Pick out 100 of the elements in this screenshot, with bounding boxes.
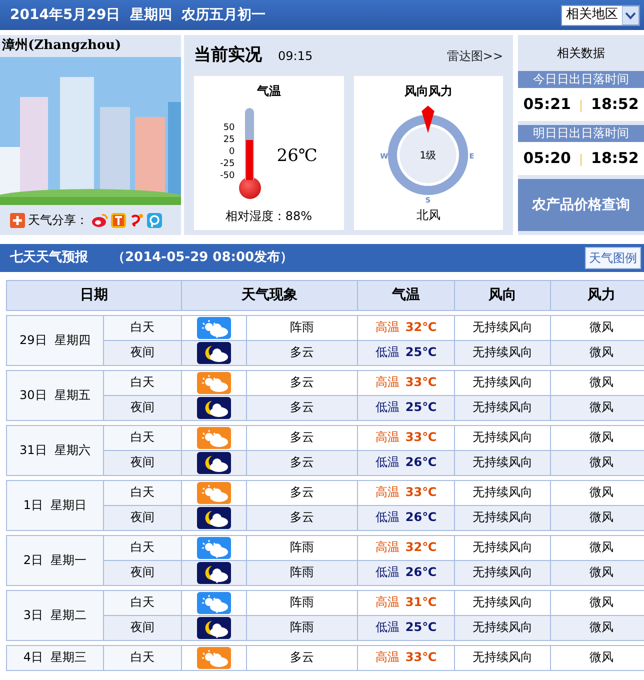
wind-force-cell: 微风 [550,370,644,396]
forecast-title: 七天天气预报 [10,249,88,268]
date-cell: 2日 星期一 [6,536,104,586]
temperature-value: 25℃ [405,400,437,414]
share-label: 天气分享： [28,212,88,229]
humidity-text: 相对湿度：88% [225,208,312,225]
temperature-label: 低温 [375,455,400,470]
share-icon[interactable] [129,212,144,228]
period-cell: 夜间 [104,616,182,640]
thermometer-bulb [238,177,261,199]
wind-direction-cell: 无持续风向 [454,536,550,560]
tick-label: 25 [222,134,235,146]
region-dropdown[interactable]: 相关地区 [561,4,640,26]
temperature-value: 33℃ [405,485,437,500]
wind-force-cell: 微风 [550,536,644,560]
legend-button[interactable]: 天气图例 [585,247,641,269]
temperature-label: 低温 [375,400,400,414]
column-header: 风力 [550,280,644,310]
radar-link[interactable]: 雷达图>> [446,46,503,64]
share-icon[interactable] [111,212,126,228]
weather-cell: 多云 [246,396,358,420]
period-cell: 白天 [104,370,182,396]
period-cell: 白天 [104,426,182,450]
temperature-value: 26℃ [405,565,437,580]
weather-cell: 多云 [246,506,358,530]
period-cell: 白天 [104,646,182,670]
period-cell: 夜间 [104,560,182,586]
temperature-label: 高温 [375,375,400,390]
weather-cell: 多云 [246,370,358,396]
period-cell: 夜间 [104,340,182,366]
period-cell: 白天 [104,536,182,560]
temperature-label: 高温 [375,320,400,334]
temperature-reading: 26℃ [276,145,318,168]
wind-force-cell: 微风 [550,426,644,450]
temperature-value: 33℃ [405,375,437,390]
wind-force-cell: 微风 [550,560,644,586]
weather-cell: 多云 [246,450,358,476]
weather-cell: 阵雨 [246,316,358,340]
weather-cell: 阵雨 [246,560,358,586]
sunrise-time: 05:20 [523,148,571,170]
sunrise-time: 05:21 [523,94,571,116]
sunset-time: 18:52 [591,94,639,116]
wind-direction-cell: 无持续风向 [454,426,550,450]
tick-label: -25 [220,158,235,170]
sun-times-header: 明日日出日落时间 [518,125,644,142]
temperature-label: 高温 [375,430,400,444]
wind-direction: 北风 [416,207,440,224]
temperature-value: 32℃ [405,320,437,334]
wind-direction-cell: 无持续风向 [454,340,550,366]
weather-cell: 阵雨 [246,616,358,640]
city-name: 漳州(Zhangzhou) [1,36,122,55]
publish-time: （2014-05-29 08:00发布） [112,249,294,268]
plus-icon[interactable] [10,212,25,228]
wind-direction-cell: 无持续风向 [454,480,550,506]
temperature-label: 低温 [375,565,400,580]
temperature-label: 高温 [375,485,400,500]
share-icon[interactable] [91,212,108,228]
wind-direction-cell: 无持续风向 [454,506,550,530]
date-cell: 3日 星期二 [6,590,104,640]
wind-force-cell: 微风 [550,506,644,530]
column-header: 日期 [6,280,182,310]
separator-mark: | [578,150,584,168]
wind-direction-cell: 无持续风向 [454,590,550,616]
tick-label: 0 [228,146,235,158]
temperature-label: 低温 [375,345,400,360]
temperature-label: 高温 [375,650,400,664]
wind-force-cell: 微风 [550,316,644,340]
weather-cell: 多云 [246,480,358,506]
wind-direction-cell: 无持续风向 [454,316,550,340]
weather-cell: 多云 [246,426,358,450]
wind-arrow-icon [422,106,435,134]
temperature-value: 32℃ [405,540,437,554]
caret-icon[interactable] [622,6,639,24]
temperature-label: 低温 [375,510,400,524]
card-title: 风向风力 [404,83,452,100]
period-cell: 白天 [104,590,182,616]
wind-direction-cell: 无持续风向 [454,560,550,586]
column-header: 风向 [454,280,550,310]
observation-time: 09:15 [278,48,313,64]
temperature-label: 低温 [375,620,400,634]
wind-force-cell: 微风 [550,616,644,640]
wind-direction-cell: 无持续风向 [454,616,550,640]
wind-force-cell: 微风 [550,646,644,670]
weather-cell: 阵雨 [246,536,358,560]
share-icon[interactable] [147,212,162,228]
temperature-value: 25℃ [405,620,437,634]
sunset-time: 18:52 [591,148,639,170]
wind-force-cell: 微风 [550,480,644,506]
wind-force-cell: 微风 [550,340,644,366]
tick-label: -50 [220,170,235,182]
period-cell: 夜间 [104,396,182,420]
date-cell: 30日 星期五 [6,370,104,420]
sun-times-header: 今日日出日落时间 [518,71,644,88]
date-cell: 4日 星期三 [6,646,104,670]
temperature-value: 31℃ [405,595,437,610]
temperature-value: 33℃ [405,650,437,664]
period-cell: 白天 [104,480,182,506]
direction-label: W [380,152,388,161]
wind-force: 1级 [420,150,436,162]
wind-direction-cell: 无持续风向 [454,450,550,476]
